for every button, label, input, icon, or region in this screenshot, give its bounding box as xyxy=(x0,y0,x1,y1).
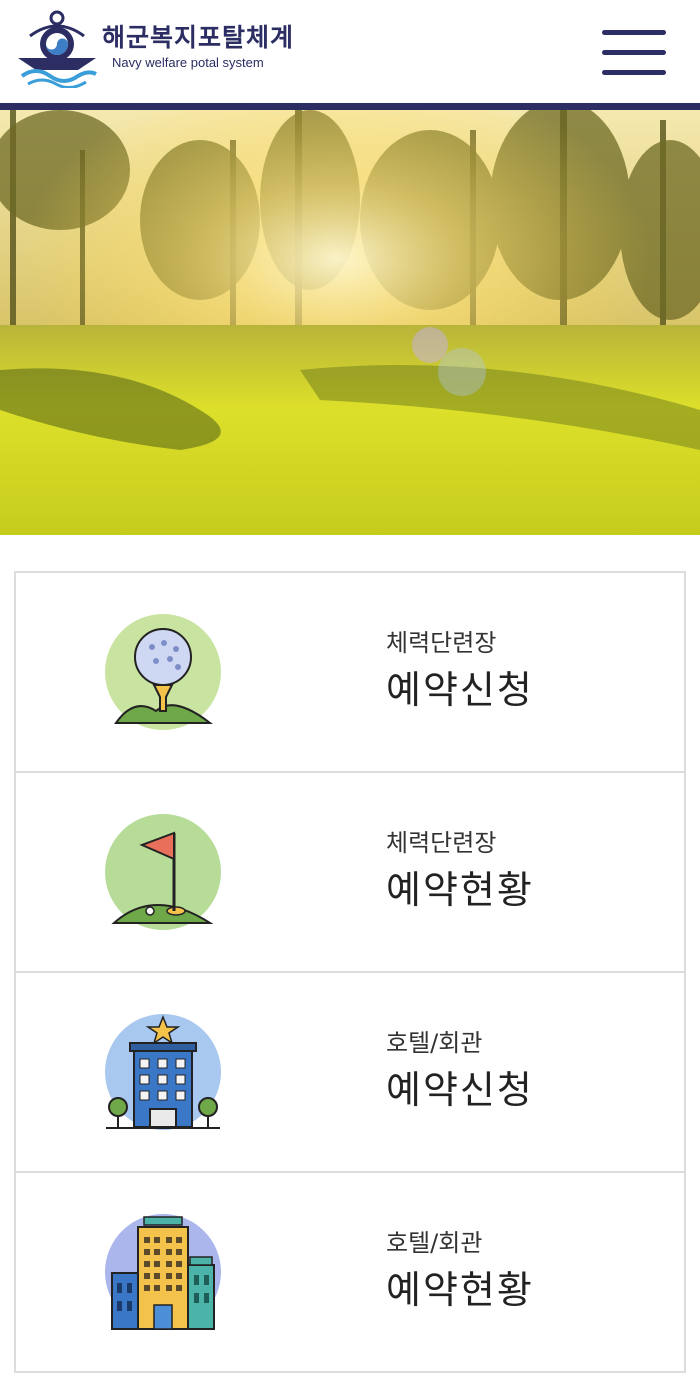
card-title: 예약현황 xyxy=(386,1268,534,1312)
card-title: 예약현황 xyxy=(386,868,534,912)
card-subtitle: 호텔/회관 xyxy=(386,1029,483,1057)
anchor-wave-logo[interactable] xyxy=(16,8,98,88)
golf-status-card[interactable]: 체력단련장 예약현황 xyxy=(16,773,684,973)
hotel-reservation-card[interactable]: 호텔/회관 예약신청 xyxy=(16,973,684,1173)
menu-card-list: 체력단련장 예약신청 체력단련장 예약현황 호텔/회관 예약신청 호텔/회관 예… xyxy=(14,571,686,1373)
golf-ball-tee-icon xyxy=(105,614,221,730)
app-header: 해군복지포탈체계 Navy welfare potal system xyxy=(0,0,700,110)
brand-title: 해군복지포탈체계 xyxy=(102,23,295,52)
brand-subtitle: Navy welfare potal system xyxy=(112,55,264,70)
tall-building-icon xyxy=(105,1214,221,1330)
card-subtitle: 체력단련장 xyxy=(386,829,497,857)
golf-reservation-card[interactable]: 체력단련장 예약신청 xyxy=(16,573,684,773)
golf-flag-icon xyxy=(105,814,221,930)
hotel-building-icon xyxy=(105,1014,221,1130)
hotel-status-card[interactable]: 호텔/회관 예약현황 xyxy=(16,1173,684,1371)
hamburger-menu-icon[interactable] xyxy=(602,30,666,78)
card-subtitle: 체력단련장 xyxy=(386,629,497,657)
card-title: 예약신청 xyxy=(386,1068,534,1112)
hero-banner-image xyxy=(0,110,700,535)
card-title: 예약신청 xyxy=(386,668,534,712)
card-subtitle: 호텔/회관 xyxy=(386,1229,483,1257)
